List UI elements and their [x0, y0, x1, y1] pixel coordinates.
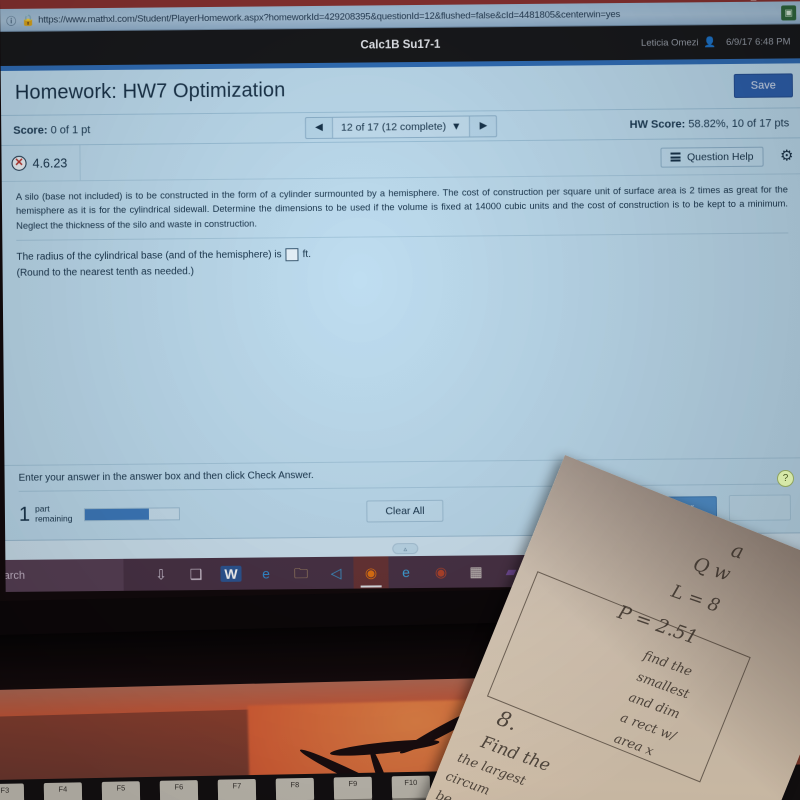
internet-explorer-icon: e [402, 564, 410, 581]
progress-bar-fill [85, 508, 150, 520]
word-icon: W [220, 565, 242, 582]
parts-label-line1: part [34, 503, 50, 514]
taskbar-search-box[interactable]: earch [0, 558, 124, 592]
edge-icon: e [262, 565, 270, 582]
vscode-icon: ◁ [330, 564, 342, 581]
pager-dropdown[interactable]: 12 of 17 (12 complete) ▼ [331, 115, 471, 138]
pager-text: 12 of 17 (12 complete) [340, 120, 447, 134]
secondary-button-placeholder[interactable] [728, 494, 792, 522]
taskbar-firefox-icon[interactable]: ◉ [353, 556, 389, 589]
photo-of-screen: — ▢ ✕ ⓘ 🔒 https://www.mathxl.com/Student… [0, 0, 800, 800]
chevron-down-icon: ▼ [451, 120, 462, 133]
answer-unit: ft. [302, 249, 311, 261]
info-icon[interactable]: ⓘ [4, 13, 18, 27]
score-value: 0 of 1 pt [50, 123, 91, 137]
problem-statement: A silo (base not included) is to be cons… [15, 184, 789, 231]
pager-prev-button[interactable]: ◀ [306, 117, 332, 137]
calculator-icon: ▦ [469, 563, 483, 580]
opera-icon: ◉ [434, 563, 448, 580]
body-divider [16, 232, 789, 242]
key-f8[interactable]: F8 [275, 777, 315, 800]
url-input[interactable]: https://www.mathxl.com/Student/PlayerHom… [38, 7, 781, 26]
person-icon: 👤 [703, 36, 717, 48]
hw-score-value: 58.82%, 10 of 17 pts [688, 116, 790, 130]
score-label: Score: [13, 124, 48, 137]
rounding-note: (Round to the nearest tenth as needed.) [16, 266, 195, 280]
homework-score: HW Score: 58.82%, 10 of 17 pts [630, 117, 790, 131]
taskbar-task-view-icon[interactable]: ❑ [178, 558, 213, 590]
question-pager[interactable]: ◀ 12 of 17 (12 complete) ▼ ▶ [304, 114, 498, 139]
key-f6[interactable]: F6 [159, 780, 199, 800]
taskbar-opera-icon[interactable]: ◉ [423, 556, 458, 588]
clear-all-button[interactable]: Clear All [366, 499, 444, 523]
taskbar-file-explorer-icon[interactable]: 🗀 [283, 557, 318, 589]
help-bubble-icon[interactable]: ? [777, 470, 794, 487]
footer-hint: Enter your answer in the answer box and … [18, 470, 314, 484]
answer-prompt-text: The radius of the cylindrical base (and … [16, 249, 282, 264]
parts-label-line2: remaining [35, 513, 73, 524]
user-name: Leticia Omezi [640, 36, 699, 49]
footer-divider [18, 483, 791, 492]
file-explorer-icon: 🗀 [293, 565, 309, 582]
lock-icon: 🔒 [21, 14, 36, 27]
scroll-up-indicator[interactable]: ▵ [392, 543, 419, 555]
key-f10[interactable]: F10 [391, 775, 431, 799]
pager-next-button[interactable]: ▶ [470, 116, 496, 136]
header-timestamp: 6/9/17 6:48 PM [725, 35, 791, 48]
download-icon: ⇩ [155, 566, 167, 583]
question-score: Score: 0 of 1 pt [13, 124, 90, 137]
key-f5[interactable]: F5 [101, 781, 141, 800]
answer-input[interactable] [285, 248, 299, 262]
parts-remaining-count: 1 [18, 503, 31, 526]
question-help-label: Question Help [686, 150, 754, 163]
task-view-icon: ❑ [189, 566, 203, 583]
firefox-icon: ◉ [364, 564, 378, 581]
taskbar-calculator-icon[interactable]: ▦ [458, 555, 493, 587]
user-name-wrap[interactable]: Leticia Omezi 👤 [641, 37, 716, 49]
key-f4[interactable]: F4 [43, 782, 83, 800]
taskbar-internet-explorer-icon[interactable]: e [388, 556, 423, 588]
header-user-area: Leticia Omezi 👤 6/9/17 6:48 PM [641, 36, 791, 48]
question-id-cell: ✕ 4.6.23 [1, 144, 81, 182]
key-f3[interactable]: F3 [0, 783, 25, 800]
question-body: A silo (base not included) is to be cons… [1, 174, 800, 531]
list-icon [670, 152, 682, 162]
incorrect-icon: ✕ [11, 155, 27, 171]
taskbar-download-icon[interactable]: ⇩ [143, 558, 178, 590]
taskbar-word-icon[interactable]: W [213, 558, 248, 590]
homework-title-band: Homework: HW7 Optimization Save [0, 63, 800, 116]
key-f9[interactable]: F9 [333, 776, 373, 800]
progress-bar [84, 506, 181, 521]
parts-remaining: 1 part remaining [18, 503, 73, 526]
page-title: Homework: HW7 Optimization [14, 78, 286, 104]
taskbar-vscode-icon[interactable]: ◁ [318, 557, 353, 589]
key-f7[interactable]: F7 [217, 778, 257, 800]
question-number: 4.6.23 [32, 155, 68, 171]
gear-icon[interactable]: ⚙ [780, 147, 794, 164]
save-button[interactable]: Save [733, 73, 793, 98]
hw-score-label: HW Score: [629, 117, 686, 131]
extension-icon[interactable]: ▣ [781, 4, 797, 21]
question-help-button[interactable]: Question Help [660, 146, 764, 168]
taskbar-edge-icon[interactable]: e [248, 557, 283, 589]
parts-remaining-label: part remaining [34, 503, 73, 525]
